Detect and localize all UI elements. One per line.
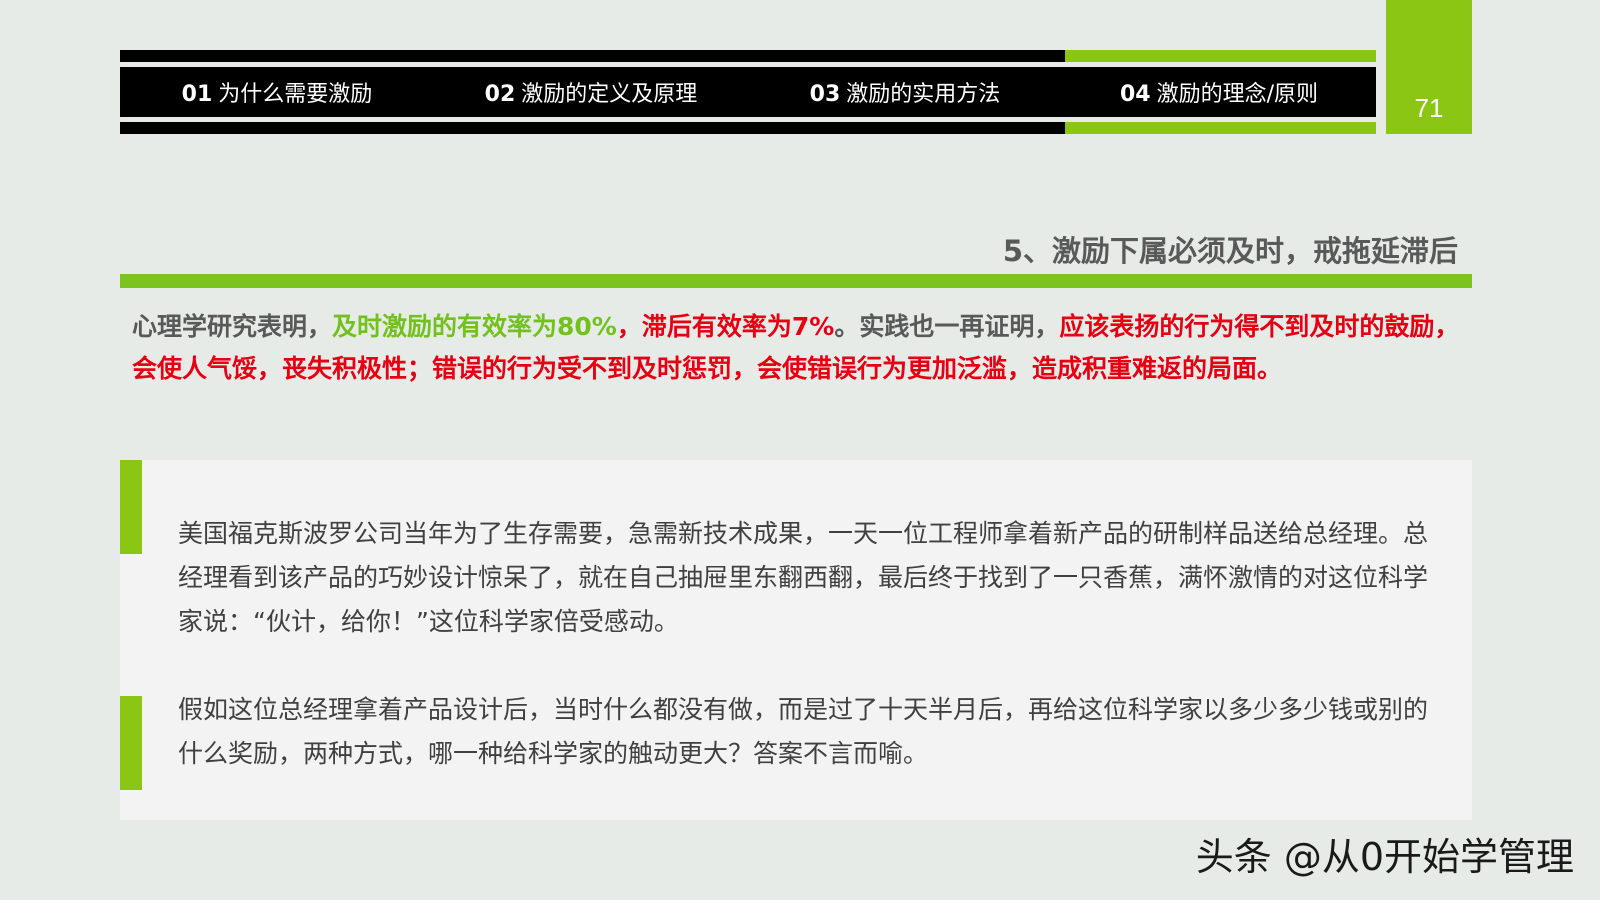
key-finding-timely-rate: 及时激励的有效率为80% bbox=[332, 312, 617, 341]
nav-item-03[interactable]: 03 激励的实用方法 bbox=[748, 76, 1062, 108]
nav-item-02[interactable]: 02 激励的定义及原理 bbox=[434, 76, 748, 108]
nav-item-label: 激励的定义及原理 bbox=[521, 82, 698, 107]
nav-item-number: 04 bbox=[1119, 82, 1151, 107]
key-finding-intro: 心理学研究表明， bbox=[132, 312, 333, 341]
nav-item-number: 01 bbox=[181, 82, 213, 107]
nav-active-indicator-top bbox=[1065, 50, 1376, 62]
key-finding-transition: 。实践也一再证明， bbox=[834, 312, 1060, 341]
nav-bottom-line bbox=[120, 122, 1376, 134]
nav-item-number: 03 bbox=[809, 82, 841, 107]
nav-item-label: 激励的理念/原则 bbox=[1156, 82, 1319, 107]
nav-top-line bbox=[120, 50, 1376, 62]
nav-active-indicator-bottom bbox=[1065, 122, 1376, 134]
story-paragraph-1: 美国福克斯波罗公司当年为了生存需要，急需新技术成果，一天一位工程师拿着新产品的研… bbox=[178, 519, 1429, 636]
page-number: 71 bbox=[1414, 93, 1444, 123]
nav-item-number: 02 bbox=[484, 82, 516, 107]
nav-item-label: 激励的实用方法 bbox=[846, 82, 1001, 107]
key-finding-paragraph: 心理学研究表明，及时激励的有效率为80%，滞后有效率为7%。实践也一再证明，应该… bbox=[132, 306, 1466, 390]
key-finding-delayed-rate: ，滞后有效率为7% bbox=[616, 312, 835, 341]
nav-item-label: 为什么需要激励 bbox=[218, 82, 373, 107]
nav-item-01[interactable]: 01 为什么需要激励 bbox=[120, 76, 434, 108]
nav-item-04[interactable]: 04 激励的理念/原则 bbox=[1062, 76, 1376, 108]
accent-bar-top bbox=[120, 460, 142, 554]
slide: 01 为什么需要激励 02 激励的定义及原理 03 激励的实用方法 04 激励的理念/原… bbox=[0, 0, 1600, 900]
page-number-tab: 71 bbox=[1386, 0, 1472, 134]
accent-bar-bottom bbox=[120, 696, 142, 790]
watermark: 头条 @从0开始学管理 bbox=[1195, 835, 1574, 879]
section-title: 5、激励下属必须及时，戒拖延滞后 bbox=[1002, 234, 1458, 268]
story-paragraph-2: 假如这位总经理拿着产品设计后，当时什么都没有做，而是过了十天半月后，再给这位科学… bbox=[178, 695, 1429, 768]
title-divider bbox=[120, 274, 1472, 288]
story-box: 美国福克斯波罗公司当年为了生存需要，急需新技术成果，一天一位工程师拿着新产品的研… bbox=[120, 460, 1472, 820]
nav-bar: 01 为什么需要激励 02 激励的定义及原理 03 激励的实用方法 04 激励的理念/原… bbox=[120, 67, 1376, 117]
